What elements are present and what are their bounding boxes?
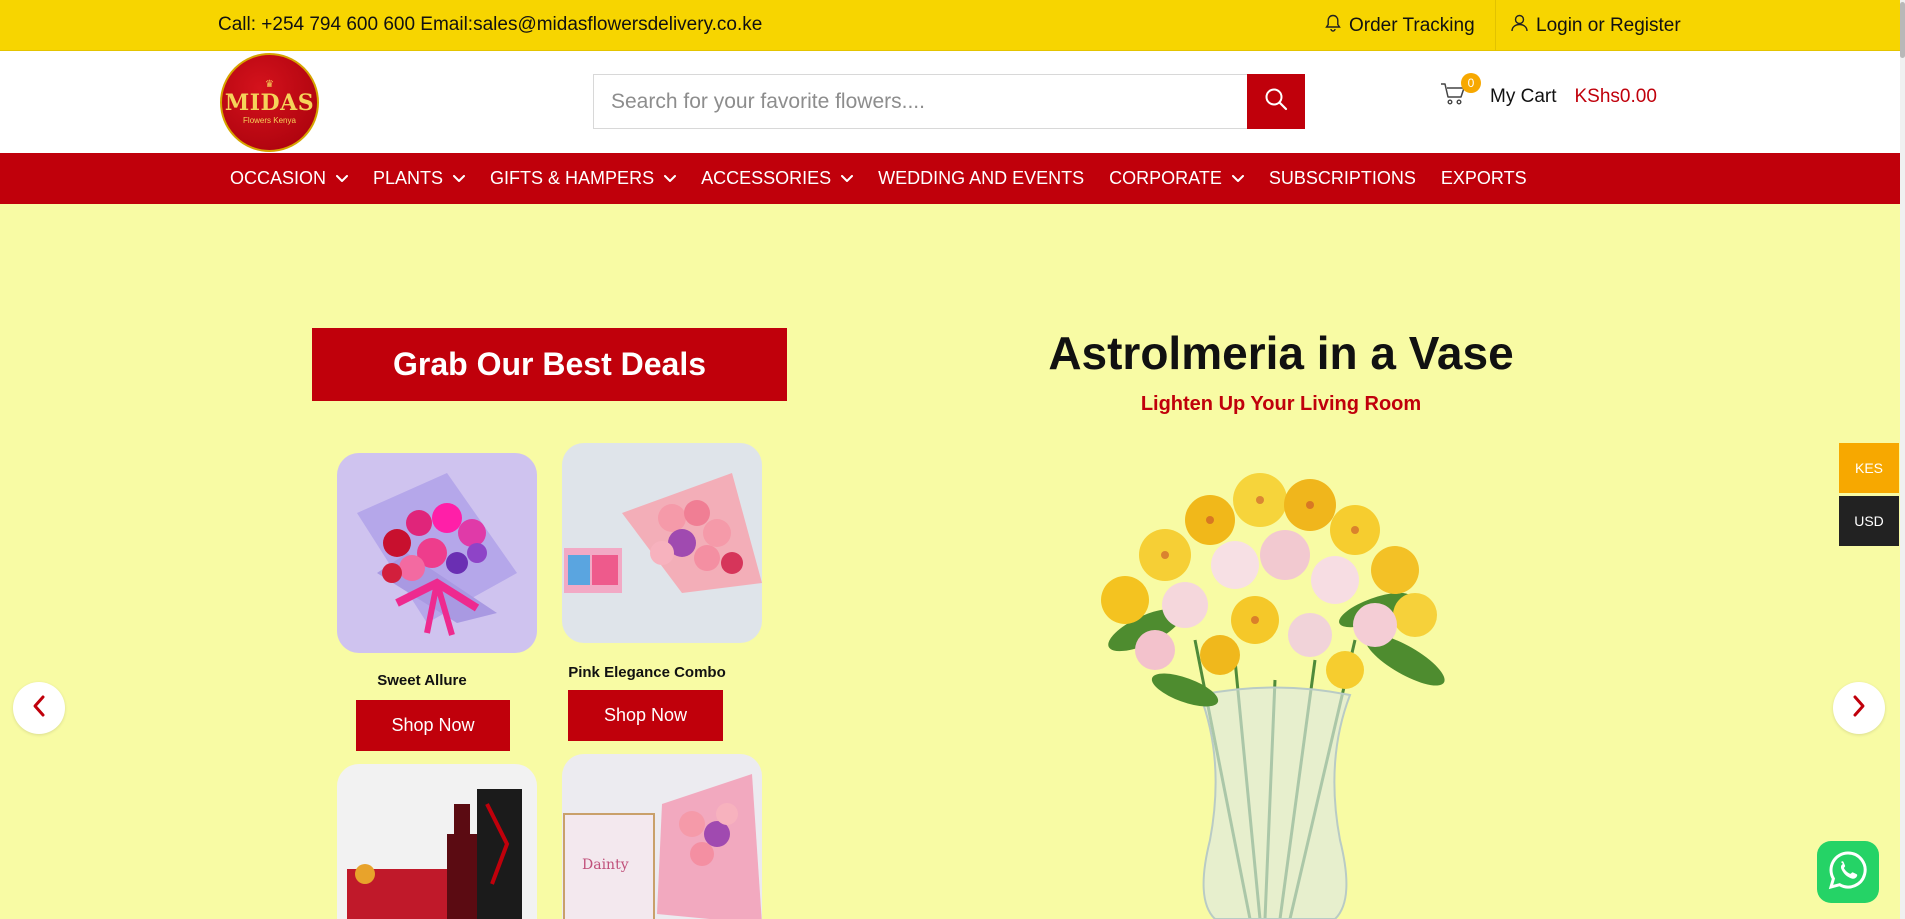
currency-kes-button[interactable]: KES: [1839, 443, 1899, 493]
midas-logo[interactable]: ♛ MIDAS Flowers Kenya: [220, 53, 319, 152]
main-nav: OCCASION PLANTS GIFTS & HAMPERS ACCESSORIES…: [0, 153, 1900, 204]
cart-amount: KShs0.00: [1574, 85, 1657, 107]
nav-item-label: SUBSCRIPTIONS: [1268, 168, 1416, 188]
product-image-sweet-allure[interactable]: [337, 453, 537, 653]
nav-item-wedding-and-events[interactable]: WEDDING AND EVENTS: [878, 168, 1084, 189]
search-icon: [1264, 87, 1288, 116]
nav-item-subscriptions[interactable]: SUBSCRIPTIONS: [1269, 168, 1416, 189]
nav-item-accessories[interactable]: ACCESSORIES: [701, 168, 854, 189]
nav-item-corporate[interactable]: CORPORATE: [1109, 168, 1244, 189]
product-name[interactable]: Sweet Allure: [337, 672, 507, 689]
search-button[interactable]: [1247, 74, 1305, 129]
nav-item-label: OCCASION: [230, 168, 327, 188]
deals-title: Grab Our Best Deals: [312, 328, 787, 401]
svg-text:Dainty: Dainty: [582, 857, 629, 873]
page-scrollbar[interactable]: [1900, 0, 1905, 919]
chevron-down-icon: [453, 174, 466, 183]
cart-widget[interactable]: 0 My Cart KShs0.00: [1440, 73, 1657, 112]
currency-usd-button[interactable]: USD: [1839, 496, 1899, 546]
product-name[interactable]: Pink Elegance Combo: [562, 664, 732, 681]
nav-item-occasion[interactable]: OCCASION: [230, 168, 349, 189]
product-image-wine-hamper[interactable]: [337, 764, 537, 919]
nav-item-exports[interactable]: EXPORTS: [1441, 168, 1527, 189]
search-bar: [593, 74, 1305, 129]
nav-item-label: GIFTS & HAMPERS: [490, 168, 655, 188]
nav-item-gifts-hampers[interactable]: GIFTS & HAMPERS: [490, 168, 677, 189]
product-image-chocolate-combo[interactable]: Dainty: [562, 754, 762, 919]
login-register-link[interactable]: Login or Register: [1511, 14, 1681, 38]
slide-title: Astrolmeria in a Vase: [1048, 327, 1514, 379]
search-input[interactable]: [594, 75, 1248, 128]
nav-item-label: EXPORTS: [1440, 168, 1527, 188]
chevron-left-icon: [31, 694, 47, 723]
product-image-pink-elegance[interactable]: [562, 443, 762, 643]
chevron-down-icon: [336, 174, 349, 183]
whatsapp-icon: [1827, 849, 1869, 896]
bell-icon: [1325, 14, 1341, 38]
nav-item-label: ACCESSORIES: [701, 168, 832, 188]
shop-now-button[interactable]: Shop Now: [568, 690, 723, 741]
slider-prev-button[interactable]: [13, 682, 65, 734]
shop-now-button[interactable]: Shop Now: [356, 700, 510, 751]
crown-icon: ♛: [265, 79, 274, 90]
nav-item-label: CORPORATE: [1109, 168, 1222, 188]
nav-list: OCCASION PLANTS GIFTS & HAMPERS ACCESSORIES…: [230, 153, 1552, 204]
site-header: ♛ MIDAS Flowers Kenya 0 My Cart KShs0.00: [0, 51, 1900, 153]
top-bar: Call: +254 794 600 600 Email:sales@midas…: [0, 0, 1900, 51]
cart-count-badge: 0: [1461, 73, 1481, 93]
contact-info: Call: +254 794 600 600 Email:sales@midas…: [218, 14, 763, 35]
cart-label: My Cart: [1490, 85, 1557, 107]
chevron-down-icon: [664, 174, 677, 183]
chevron-right-icon: [1851, 694, 1867, 723]
order-tracking-label: Order Tracking: [1349, 15, 1475, 36]
user-icon: [1511, 14, 1528, 38]
nav-item-label: WEDDING AND EVENTS: [878, 168, 1085, 188]
slider-next-button[interactable]: [1833, 682, 1885, 734]
logo-name: MIDAS: [224, 90, 315, 116]
logo-subtitle: Flowers Kenya: [243, 116, 296, 125]
alstroemeria-vase-image: [1035, 460, 1515, 919]
order-tracking-link[interactable]: Order Tracking: [1325, 14, 1475, 38]
nav-item-plants[interactable]: PLANTS: [373, 168, 466, 189]
chevron-down-icon: [841, 174, 854, 183]
slide-subtitle: Lighten Up Your Living Room: [1140, 393, 1422, 415]
topbar-divider: [1495, 0, 1496, 51]
scrollbar-thumb[interactable]: [1900, 2, 1905, 58]
whatsapp-chat-button[interactable]: [1817, 841, 1879, 903]
chevron-down-icon: [1231, 174, 1244, 183]
nav-item-label: PLANTS: [373, 168, 444, 188]
login-register-label: Login or Register: [1536, 15, 1681, 36]
